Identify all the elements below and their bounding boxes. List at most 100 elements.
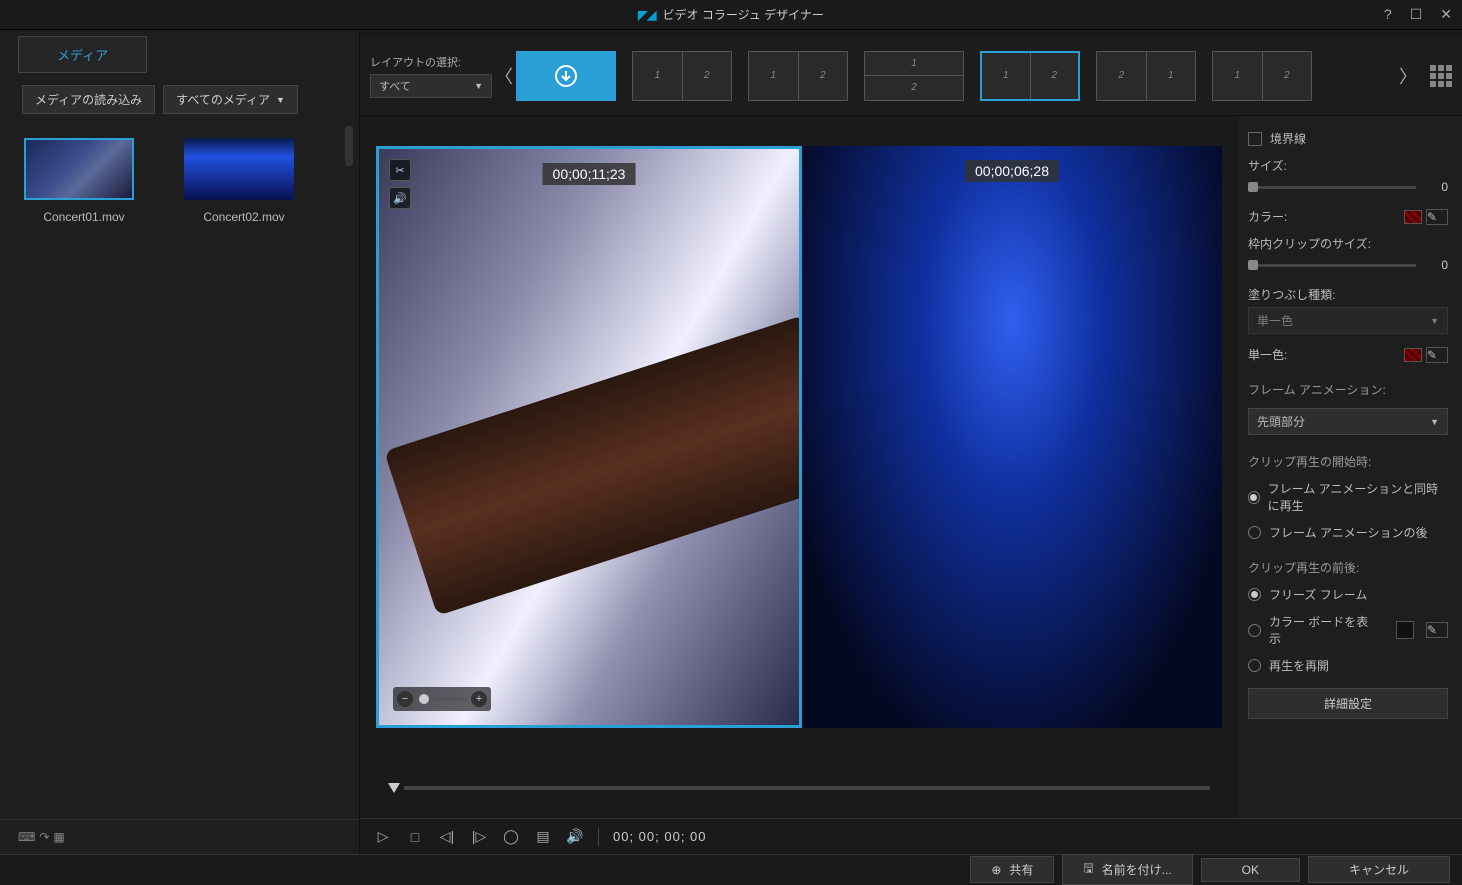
- close-icon[interactable]: ✕: [1436, 6, 1456, 23]
- playback-timecode: 00; 00; 00; 00: [613, 829, 707, 844]
- volume-icon[interactable]: 🔊: [389, 187, 411, 209]
- snapshot-button[interactable]: ◯: [502, 828, 520, 845]
- radio-label: フリーズ フレーム: [1269, 586, 1367, 603]
- media-item[interactable]: Concert01.mov: [24, 138, 144, 224]
- color-picker-button[interactable]: ✎: [1426, 347, 1448, 363]
- advanced-settings-button[interactable]: 詳細設定: [1248, 688, 1448, 719]
- stop-button[interactable]: □: [406, 829, 424, 845]
- layout-next-button[interactable]: 〉: [1396, 51, 1420, 101]
- dialog-footer: ⊕ 共有 🖫 名前を付け... OK キャンセル: [0, 854, 1462, 884]
- color-picker-button[interactable]: ✎: [1426, 622, 1448, 638]
- play-button[interactable]: ▷: [374, 828, 392, 845]
- colorboard-swatch[interactable]: [1396, 621, 1414, 639]
- layout-template[interactable]: 12: [748, 51, 848, 101]
- ok-button[interactable]: OK: [1201, 858, 1300, 882]
- caret-down-icon: ▼: [1430, 316, 1439, 326]
- radio-with-frame-anim[interactable]: フレーム アニメーションと同時に再生: [1248, 480, 1448, 514]
- caret-down-icon: ▼: [474, 81, 483, 91]
- zoom-in-button[interactable]: +: [471, 691, 487, 707]
- frame-animation-label: フレーム アニメーション:: [1248, 381, 1448, 398]
- frame-animation-dropdown[interactable]: 先頭部分 ▼: [1248, 408, 1448, 435]
- layout-template[interactable]: 12: [632, 51, 732, 101]
- layout-filter-dropdown[interactable]: すべて ▼: [370, 74, 492, 98]
- clip-around-label: クリップ再生の前後:: [1248, 559, 1448, 576]
- radio-after-frame-anim[interactable]: フレーム アニメーションの後: [1248, 524, 1448, 541]
- media-filter-dropdown[interactable]: すべてのメディア ▼: [163, 85, 298, 114]
- display-options-button[interactable]: ▤: [534, 828, 552, 845]
- zoom-slider[interactable]: [417, 697, 467, 701]
- color-picker-button[interactable]: ✎: [1426, 209, 1448, 225]
- border-checkbox[interactable]: [1248, 132, 1262, 146]
- radio-label: カラー ボードを表示: [1269, 613, 1380, 647]
- radio-label: フレーム アニメーションと同時に再生: [1268, 480, 1448, 514]
- size-slider[interactable]: [1248, 186, 1416, 189]
- collage-pane-1[interactable]: ✂ 🔊 00;00;11;23 − +: [376, 146, 802, 728]
- radio-icon: [1248, 491, 1260, 504]
- cancel-button[interactable]: キャンセル: [1308, 856, 1450, 883]
- zoom-control[interactable]: − +: [393, 687, 491, 711]
- media-sidebar: メディア メディアの読み込み すべてのメディア ▼ Concert01.mov …: [0, 30, 360, 854]
- fill-type-value: 単一色: [1257, 312, 1293, 329]
- prev-frame-button[interactable]: ◁|: [438, 828, 456, 845]
- media-thumbnail[interactable]: [184, 138, 294, 200]
- border-label: 境界線: [1270, 130, 1448, 147]
- layout-selector-row: レイアウトの選択: すべて ▼ 〈 12 12 1 2: [360, 36, 1462, 116]
- grid-target-icon[interactable]: ▦: [53, 830, 64, 844]
- layout-template[interactable]: 12: [980, 51, 1080, 101]
- layout-template[interactable]: 12: [1212, 51, 1312, 101]
- globe-icon: ⊕: [991, 863, 1001, 877]
- radio-label: フレーム アニメーションの後: [1269, 524, 1428, 541]
- import-media-label: メディアの読み込み: [35, 91, 142, 108]
- tab-media[interactable]: メディア: [18, 36, 147, 73]
- maximize-icon[interactable]: ☐: [1406, 6, 1427, 23]
- share-label: 共有: [1009, 861, 1033, 878]
- media-filename: Concert02.mov: [184, 210, 304, 224]
- help-icon[interactable]: ?: [1380, 6, 1396, 23]
- radio-resume-play[interactable]: 再生を再開: [1248, 657, 1448, 674]
- zoom-out-button[interactable]: −: [397, 691, 413, 707]
- media-filter-label: すべてのメディア: [176, 91, 270, 108]
- inner-clip-value: 0: [1424, 258, 1448, 272]
- radio-icon: [1248, 588, 1261, 601]
- save-as-button[interactable]: 🖫 名前を付け...: [1062, 854, 1192, 885]
- radio-freeze-frame[interactable]: フリーズ フレーム: [1248, 586, 1448, 603]
- size-label: サイズ:: [1248, 157, 1448, 174]
- share-button[interactable]: ⊕ 共有: [970, 856, 1054, 883]
- timeline-track[interactable]: [404, 786, 1210, 790]
- app-title: ビデオ コラージュ デザイナー: [663, 6, 824, 23]
- fill-type-label: 塗りつぶし種類:: [1248, 286, 1448, 303]
- next-frame-button[interactable]: |▷: [470, 828, 488, 845]
- media-thumbnail[interactable]: [24, 138, 134, 200]
- fill-type-dropdown[interactable]: 単一色 ▼: [1248, 307, 1448, 334]
- playhead-icon[interactable]: [388, 783, 400, 793]
- radio-icon: [1248, 659, 1261, 672]
- size-value: 0: [1424, 180, 1448, 194]
- layout-filter-value: すべて: [379, 78, 411, 94]
- save-icon: 🖫: [1083, 859, 1093, 880]
- layout-prev-button[interactable]: 〈: [492, 51, 516, 101]
- fill-color-swatch[interactable]: [1404, 348, 1422, 362]
- layout-template[interactable]: 21: [1096, 51, 1196, 101]
- collage-pane-2[interactable]: 00;00;06;28: [802, 146, 1222, 728]
- layout-grid-view-button[interactable]: [1430, 65, 1452, 87]
- import-media-button[interactable]: メディアの読み込み: [22, 85, 155, 114]
- media-item[interactable]: Concert02.mov: [184, 138, 304, 224]
- pane-timecode: 00;00;06;28: [965, 160, 1059, 182]
- layout-template[interactable]: 1 2: [864, 51, 964, 101]
- border-color-swatch[interactable]: [1404, 210, 1422, 224]
- solid-color-label: 単一色:: [1248, 346, 1404, 363]
- clip-start-label: クリップ再生の開始時:: [1248, 453, 1448, 470]
- media-scrollbar[interactable]: [345, 126, 355, 819]
- app-logo-icon: ◤◢: [638, 8, 656, 22]
- media-filename: Concert01.mov: [24, 210, 144, 224]
- inner-clip-slider[interactable]: [1248, 264, 1416, 267]
- radio-color-board[interactable]: カラー ボードを表示 ✎: [1248, 613, 1448, 647]
- radio-label: 再生を再開: [1269, 657, 1329, 674]
- radio-icon: [1248, 526, 1261, 539]
- download-layouts-button[interactable]: [516, 51, 616, 101]
- volume-button[interactable]: 🔊: [566, 828, 584, 845]
- shuffle-icon[interactable]: ✂: [389, 159, 411, 181]
- timeline[interactable]: [376, 768, 1222, 808]
- keyboard-icon[interactable]: ⌨: [18, 830, 35, 844]
- layout-select-label: レイアウトの選択:: [370, 54, 492, 70]
